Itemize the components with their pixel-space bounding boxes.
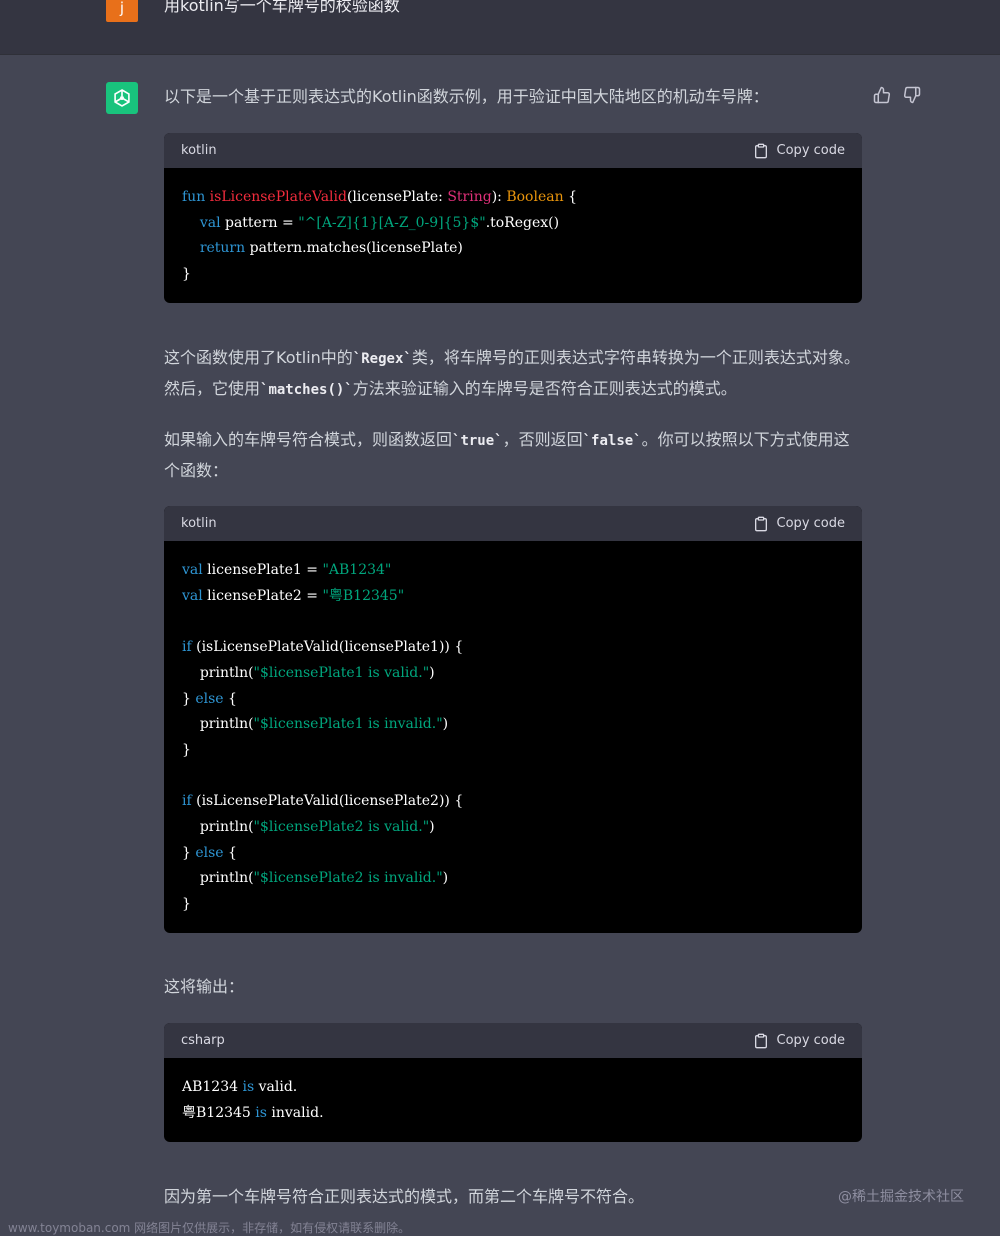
- code-block-2: kotlin Copy code val licensePlate1 = "AB…: [164, 506, 862, 933]
- clipboard-icon: [754, 143, 767, 158]
- code-token: Boolean: [506, 189, 564, 205]
- inline-code: `Regex`: [352, 351, 412, 367]
- code-token: licensePlate2 =: [202, 587, 323, 604]
- code-token: fun: [182, 189, 206, 205]
- code-token: "$licensePlate1 is valid.": [253, 664, 430, 681]
- openai-logo-icon: [114, 89, 130, 107]
- code-token: isLicensePlateValid: [209, 189, 347, 205]
- code-token: is: [255, 1104, 267, 1121]
- paragraph-text: 这个函数使用了Kotlin中的: [164, 348, 353, 367]
- user-avatar: j: [106, 0, 138, 22]
- code-content: val licensePlate1 = "AB1234" val license…: [164, 541, 862, 933]
- code-header: kotlin Copy code: [164, 133, 862, 168]
- user-message: 用kotlin写一个车牌号的校验函数: [164, 0, 400, 15]
- paragraph-text: 如果输入的车牌号符合模式，则函数返回: [164, 430, 453, 449]
- code-token: (licensePlate:: [346, 189, 448, 205]
- code-content: fun isLicensePlateValid(licensePlate: St…: [164, 168, 862, 303]
- code-header: csharp Copy code: [164, 1023, 862, 1058]
- inline-code: `true`: [452, 433, 503, 449]
- thumbs-down-icon[interactable]: [903, 86, 923, 106]
- code-token: println(: [199, 819, 254, 836]
- code-token: }: [182, 896, 191, 913]
- code-token: println(: [199, 870, 254, 887]
- copy-code-button[interactable]: Copy code: [753, 516, 845, 532]
- code-content: AB1234 is valid. 粤B12345 is invalid.: [164, 1058, 862, 1142]
- assistant-intro: 以下是一个基于正则表达式的Kotlin函数示例，用于验证中国大陆地区的机动车号牌…: [164, 87, 769, 106]
- code-token: else: [195, 844, 224, 861]
- code-token: ):: [491, 189, 507, 205]
- code-token: }: [182, 844, 196, 861]
- copy-code-label: Copy code: [776, 516, 845, 531]
- code-token: {: [563, 189, 577, 205]
- code-token: invalid.: [266, 1104, 324, 1121]
- code-token: {: [223, 844, 237, 861]
- thumbs-up-icon[interactable]: [873, 86, 893, 106]
- clipboard-icon: [754, 1033, 767, 1048]
- conclusion-text: 因为第一个车牌号符合正则表达式的模式，而第二个车牌号不符合。: [164, 1187, 645, 1206]
- paragraph-text: ，否则返回: [502, 430, 583, 449]
- code-token: val: [199, 214, 221, 231]
- code-token: }: [182, 741, 191, 758]
- code-token: pattern =: [220, 214, 299, 231]
- code-token: .toRegex(): [485, 214, 560, 231]
- code-token: pattern.matches(licensePlate): [245, 240, 463, 257]
- code-token: valid.: [254, 1079, 298, 1095]
- code-token: "$licensePlate1 is invalid.": [253, 716, 443, 733]
- code-token: "^[A-Z]{1}[A-Z_0-9]{5}$": [298, 214, 486, 231]
- assistant-avatar: [106, 82, 138, 114]
- code-token: "粤B12345": [322, 587, 405, 604]
- explanation-paragraph-2: 如果输入的车牌号符合模式，则函数返回`true`，否则返回`false`。你可以…: [164, 425, 864, 486]
- explanation-paragraph-1: 这个函数使用了Kotlin中的`Regex`类，将车牌号的正则表达式字符串转换为…: [164, 343, 864, 405]
- code-token: "$licensePlate2 is invalid.": [253, 870, 443, 887]
- code-token: (isLicensePlateValid(licensePlate2)) {: [191, 793, 464, 810]
- inline-code: `false`: [582, 433, 642, 449]
- code-token: ): [442, 870, 449, 887]
- watermark-toymoban: www.toymoban.com 网络图片仅供展示，非存储，如有侵权请联系删除。: [8, 1221, 411, 1235]
- code-language-label: kotlin: [181, 143, 217, 158]
- copy-code-label: Copy code: [776, 143, 845, 158]
- code-token: (isLicensePlateValid(licensePlate1)) {: [191, 639, 464, 656]
- code-block-1: kotlin Copy code fun isLicensePlateValid…: [164, 133, 862, 303]
- code-token: else: [195, 690, 224, 707]
- code-token: "AB1234": [322, 562, 392, 578]
- copy-code-button[interactable]: Copy code: [753, 143, 845, 159]
- code-language-label: kotlin: [181, 516, 217, 531]
- code-token: println(: [199, 664, 254, 681]
- user-message-row: j 用kotlin写一个车牌号的校验函数: [0, 0, 1000, 55]
- code-token: AB1234: [182, 1079, 243, 1095]
- code-token: if: [182, 639, 192, 656]
- output-label: 这将输出：: [164, 977, 245, 996]
- code-token: ): [429, 819, 435, 836]
- code-token: }: [182, 266, 191, 283]
- code-language-label: csharp: [181, 1033, 225, 1048]
- code-token: "$licensePlate2 is valid.": [253, 819, 430, 836]
- watermark-juejin: @稀土掘金技术社区: [838, 1189, 964, 1205]
- code-token: val: [182, 587, 203, 604]
- code-token: licensePlate1 =: [202, 562, 323, 578]
- code-token: val: [182, 562, 203, 578]
- copy-code-button[interactable]: Copy code: [753, 1033, 845, 1049]
- copy-code-label: Copy code: [776, 1033, 845, 1048]
- code-token: ): [429, 664, 435, 681]
- paragraph-text: 方法来验证输入的车牌号是否符合正则表达式的模式。: [352, 379, 737, 398]
- code-token: }: [182, 690, 196, 707]
- code-block-3: csharp Copy code AB1234 is valid. 粤B1234…: [164, 1023, 862, 1142]
- code-token: is: [242, 1079, 255, 1095]
- code-token: {: [223, 690, 237, 707]
- code-token: if: [182, 793, 192, 810]
- code-token: 粤B12345: [182, 1104, 256, 1121]
- code-token: return: [199, 240, 246, 257]
- clipboard-icon: [754, 516, 767, 531]
- inline-code: `matches()`: [260, 382, 353, 398]
- code-token: ): [442, 716, 449, 733]
- code-token: String: [447, 189, 492, 205]
- code-token: println(: [199, 716, 254, 733]
- code-header: kotlin Copy code: [164, 506, 862, 541]
